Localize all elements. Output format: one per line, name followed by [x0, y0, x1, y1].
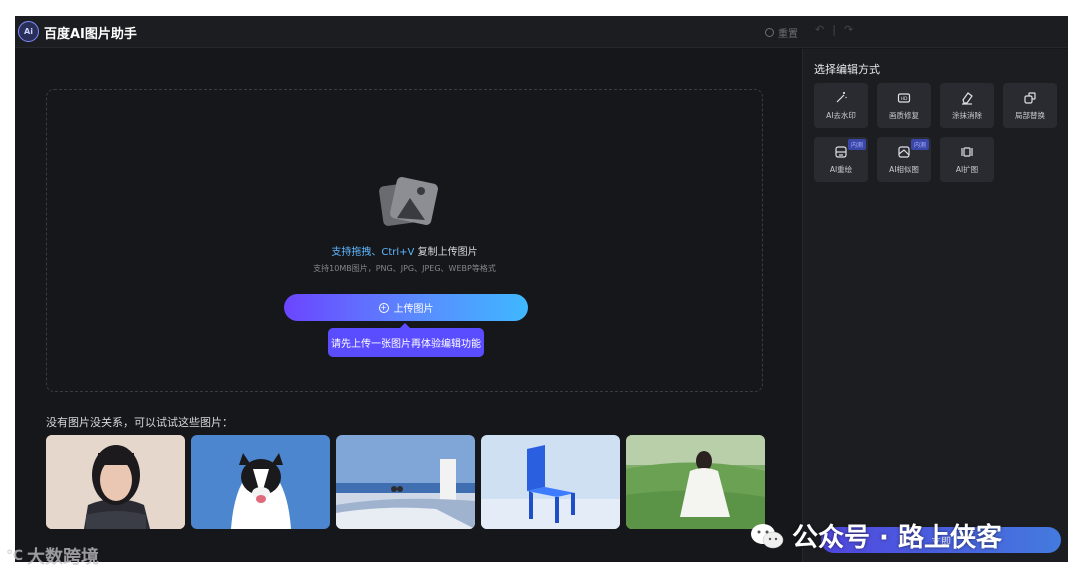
edit-mode-title: 选择编辑方式 — [814, 63, 880, 76]
tool-grid: AI去水印 HD 画质修复 涂抹消除 局部替换 内测 AI重绘 内测 AI相似图… — [814, 83, 1064, 182]
similar-image-icon — [898, 145, 910, 158]
sample-image-portrait[interactable] — [46, 435, 185, 529]
replace-icon — [1024, 91, 1036, 104]
redraw-icon — [835, 145, 847, 158]
history-controls: ↶ | ↷ — [815, 23, 853, 36]
supported-formats: 支持10MB图片，PNG、JPG、JPEG、WEBP等格式 — [313, 264, 496, 273]
svg-text:HD: HD — [901, 96, 908, 102]
tool-label: 局部替换 — [1015, 110, 1045, 120]
upload-tooltip: 请先上传一张图片再体验编辑功能 — [328, 323, 484, 357]
upload-dropzone[interactable]: 支持拖拽、Ctrl+V 复制上传图片 支持10MB图片，PNG、JPG、JPEG… — [46, 89, 763, 392]
watermark-left-text: 大数跨境 — [26, 547, 99, 568]
reset-button[interactable]: 重置 — [765, 25, 798, 40]
plus-circle-icon: + — [378, 302, 389, 313]
wechat-icon — [751, 523, 784, 548]
beta-badge: 内测 — [910, 139, 929, 150]
eraser-icon — [962, 91, 973, 105]
tool-quality-repair[interactable]: HD 画质修复 — [877, 83, 931, 128]
upload-image-button[interactable]: + 上传图片 — [284, 294, 528, 321]
beta-badge: 内测 — [847, 139, 866, 150]
sample-image-seaside[interactable] — [336, 435, 475, 529]
tool-label: 涂抹消除 — [952, 110, 982, 120]
tool-ai-expand[interactable]: AI扩图 — [940, 137, 994, 182]
tool-ai-redraw[interactable]: 内测 AI重绘 — [814, 137, 868, 182]
tool-label: 画质修复 — [889, 110, 919, 120]
tool-ai-watermark-removal[interactable]: AI去水印 — [814, 83, 868, 128]
tool-label: AI扩图 — [955, 164, 979, 174]
tool-label: AI相似图 — [889, 164, 919, 174]
edit-mode-panel: 选择编辑方式 AI去水印 HD 画质修复 涂抹消除 局部替换 内测 AI重绘 内… — [802, 49, 1068, 562]
top-bar: Ai 百度AI图片助手 重置 ↶ | ↷ — [15, 16, 1068, 48]
app-title: 百度AI图片助手 — [44, 27, 137, 42]
photo-upload-icon — [379, 177, 438, 226]
tool-ai-similar-image[interactable]: 内测 AI相似图 — [877, 137, 931, 182]
watermark-left: ℃ 大数跨境 — [6, 543, 99, 569]
tool-label: AI去水印 — [826, 110, 856, 120]
samples-title: 没有图片没关系，可以试试这些图片： — [46, 416, 233, 429]
upload-button-label: 上传图片 — [393, 304, 434, 315]
app-logo: Ai — [18, 21, 39, 42]
sample-images — [46, 435, 765, 529]
tool-label: AI重绘 — [829, 164, 853, 174]
sample-image-dog[interactable] — [191, 435, 330, 529]
drop-hint-rest: 复制上传图片 — [414, 247, 478, 258]
magic-wand-icon — [836, 91, 847, 102]
expand-icon — [961, 146, 973, 157]
reset-icon — [765, 28, 774, 37]
tool-local-replace[interactable]: 局部替换 — [1003, 83, 1057, 128]
hd-icon: HD — [897, 92, 911, 103]
app-window: Ai 百度AI图片助手 重置 ↶ | ↷ 支持拖拽、Ctrl+V 复制上传图片 … — [15, 16, 1068, 562]
watermark-right: 公众号 · 路上侠客 — [750, 517, 1002, 554]
watermark-left-mark: ℃ — [6, 548, 23, 564]
watermark-right-text: 公众号 · 路上侠客 — [792, 523, 1002, 553]
undo-icon[interactable]: ↶ — [815, 23, 824, 36]
sample-image-meadow[interactable] — [626, 435, 765, 529]
redo-icon[interactable]: ↷ — [844, 23, 853, 36]
sample-image-chair[interactable] — [481, 435, 620, 529]
drop-hint: 支持拖拽、Ctrl+V 复制上传图片 — [47, 243, 762, 258]
drop-hint-highlight: 支持拖拽、Ctrl+V — [331, 247, 415, 258]
main-area: 支持拖拽、Ctrl+V 复制上传图片 支持10MB图片，PNG、JPG、JPEG… — [15, 49, 802, 562]
tool-smear-erase[interactable]: 涂抹消除 — [940, 83, 994, 128]
history-divider: | — [832, 23, 836, 36]
reset-label: 重置 — [778, 29, 798, 40]
